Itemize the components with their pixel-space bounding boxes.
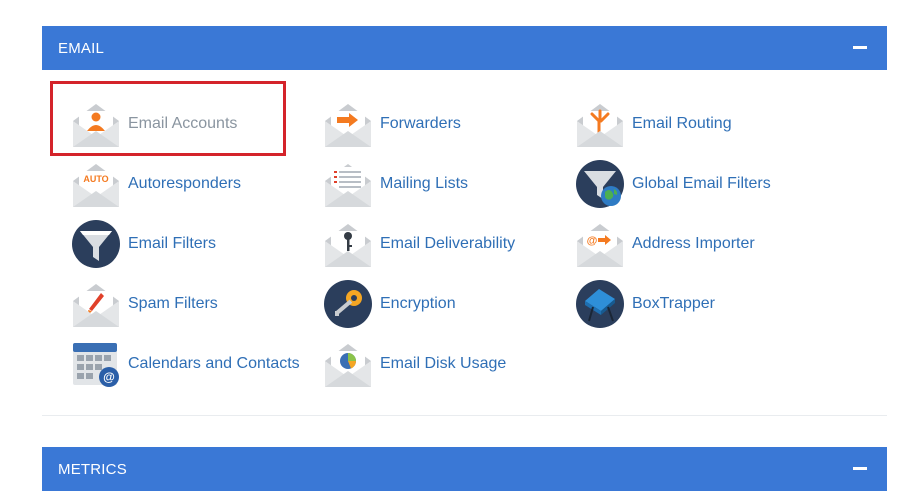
- svg-text:@: @: [587, 235, 598, 247]
- email-disk-usage-link[interactable]: Email Disk Usage: [323, 339, 506, 389]
- metrics-section-header[interactable]: METRICS: [42, 447, 887, 491]
- email-section-header[interactable]: EMAIL: [42, 26, 887, 70]
- spam-filters-label: Spam Filters: [128, 295, 218, 312]
- email-routing-label: Email Routing: [632, 115, 732, 132]
- address-importer-icon: @: [577, 224, 623, 267]
- email-filters-label: Email Filters: [128, 235, 217, 252]
- encryption-link[interactable]: Encryption: [323, 279, 456, 329]
- spam-filters-link[interactable]: Spam Filters: [71, 279, 218, 329]
- email-disk-usage-icon: [325, 344, 371, 387]
- email-accounts-label: Email Accounts: [128, 115, 238, 132]
- metrics-collapse-icon[interactable]: [853, 467, 867, 470]
- email-routing-icon: [577, 104, 623, 147]
- boxtrapper-link[interactable]: BoxTrapper: [575, 279, 715, 329]
- email-collapse-icon[interactable]: [853, 46, 867, 49]
- mailing-lists-icon: [325, 164, 371, 207]
- email-deliverability-icon: [325, 224, 371, 267]
- global-email-filters-label: Global Email Filters: [632, 175, 771, 192]
- global-email-filters-link[interactable]: Global Email Filters: [575, 159, 771, 209]
- email-deliverability-label: Email Deliverability: [380, 235, 516, 252]
- svg-text:@: @: [103, 370, 115, 384]
- email-disk-usage-label: Email Disk Usage: [380, 355, 507, 372]
- encryption-icon: [324, 280, 372, 328]
- email-filters-icon: [72, 220, 120, 268]
- autoresponders-icon-text: AUTO: [83, 174, 108, 184]
- encryption-label: Encryption: [380, 295, 456, 312]
- boxtrapper-label: BoxTrapper: [632, 295, 715, 312]
- forwarders-label: Forwarders: [380, 115, 461, 132]
- calendars-contacts-icon: @: [73, 343, 119, 387]
- autoresponders-label: Autoresponders: [128, 175, 241, 192]
- autoresponders-link[interactable]: AUTO Autoresponders: [71, 159, 241, 209]
- global-email-filters-icon: [576, 160, 624, 208]
- email-accounts-link[interactable]: Email Accounts: [71, 99, 237, 149]
- spam-filters-icon: [73, 284, 119, 327]
- email-section-title: EMAIL: [58, 39, 105, 57]
- mailing-lists-link[interactable]: Mailing Lists: [323, 159, 468, 209]
- email-filters-link[interactable]: Email Filters: [71, 219, 216, 269]
- forwarders-icon: [325, 104, 371, 147]
- email-accounts-icon: [73, 104, 119, 147]
- email-routing-link[interactable]: Email Routing: [575, 99, 732, 149]
- email-deliverability-link[interactable]: Email Deliverability: [323, 219, 515, 269]
- mailing-lists-label: Mailing Lists: [380, 175, 469, 192]
- metrics-section-title: METRICS: [58, 460, 127, 478]
- calendars-contacts-label: Calendars and Contacts: [128, 355, 300, 372]
- address-importer-link[interactable]: @ Address Importer: [575, 219, 755, 269]
- address-importer-label: Address Importer: [632, 235, 755, 252]
- forwarders-link[interactable]: Forwarders: [323, 99, 461, 149]
- autoresponders-icon: AUTO: [73, 164, 119, 207]
- boxtrapper-icon: [576, 280, 624, 328]
- calendars-contacts-link[interactable]: @ Calendars and Contacts: [71, 339, 300, 389]
